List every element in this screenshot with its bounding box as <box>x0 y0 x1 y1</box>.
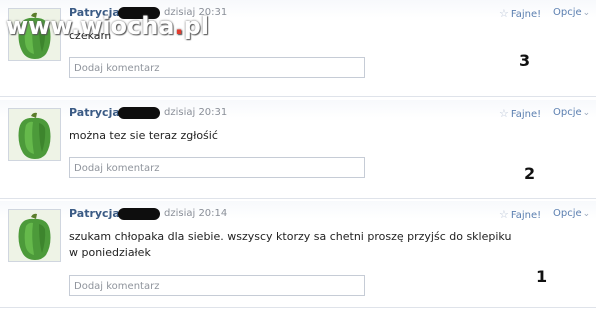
chevron-down-icon: ⌄ <box>582 209 591 219</box>
author-name[interactable]: Patrycja <box>69 106 120 119</box>
star-icon: ☆ <box>499 208 509 221</box>
like-button[interactable]: ☆ Fajne! <box>499 107 541 120</box>
post-item: Patrycja dzisiaj 20:31 ☆ Fajne! Opcje⌄ mo… <box>0 100 596 199</box>
watermark-dot: . <box>174 12 184 40</box>
watermark-main: www.wiocha <box>6 12 175 40</box>
options-label: Opcje <box>553 7 582 18</box>
post-text: szukam chłopaka dla siebie. wszyscy ktor… <box>69 230 512 259</box>
options-menu[interactable]: Opcje⌄ <box>553 7 590 18</box>
options-label: Opcje <box>553 208 582 219</box>
post-number: 1 <box>536 267 548 286</box>
green-pepper-avatar-icon <box>9 109 60 160</box>
post-text: można tez sie teraz zgłośić <box>69 129 218 142</box>
green-pepper-avatar-icon <box>9 210 60 261</box>
comment-input[interactable]: Dodaj komentarz <box>69 57 365 78</box>
author-name[interactable]: Patrycja <box>69 207 120 220</box>
like-label: Fajne! <box>510 210 542 221</box>
chevron-down-icon: ⌄ <box>582 8 591 18</box>
avatar[interactable] <box>8 108 61 161</box>
like-button[interactable]: ☆ Fajne! <box>499 208 541 221</box>
post-number: 2 <box>524 164 536 183</box>
comment-input[interactable]: Dodaj komentarz <box>69 157 365 178</box>
star-icon: ☆ <box>499 7 509 20</box>
post-item: Patrycja dzisiaj 20:14 ☆ Fajne! Opcje⌄ sz… <box>0 201 596 308</box>
options-menu[interactable]: Opcje⌄ <box>553 208 590 219</box>
redaction-bar <box>118 107 160 119</box>
star-icon: ☆ <box>499 107 509 120</box>
options-menu[interactable]: Opcje⌄ <box>553 107 590 118</box>
like-label: Fajne! <box>510 9 542 20</box>
watermark-logo: www.wiocha.pl <box>6 12 209 40</box>
chevron-down-icon: ⌄ <box>582 108 591 118</box>
post-time: dzisiaj 20:31 <box>164 107 228 118</box>
post-time: dzisiaj 20:14 <box>164 208 228 219</box>
redaction-bar <box>118 208 160 220</box>
watermark-tld: pl <box>183 12 210 40</box>
options-label: Opcje <box>553 107 582 118</box>
post-number: 3 <box>519 51 531 70</box>
like-label: Fajne! <box>510 109 542 120</box>
comment-input[interactable]: Dodaj komentarz <box>69 275 365 296</box>
like-button[interactable]: ☆ Fajne! <box>499 7 541 20</box>
avatar[interactable] <box>8 209 61 262</box>
